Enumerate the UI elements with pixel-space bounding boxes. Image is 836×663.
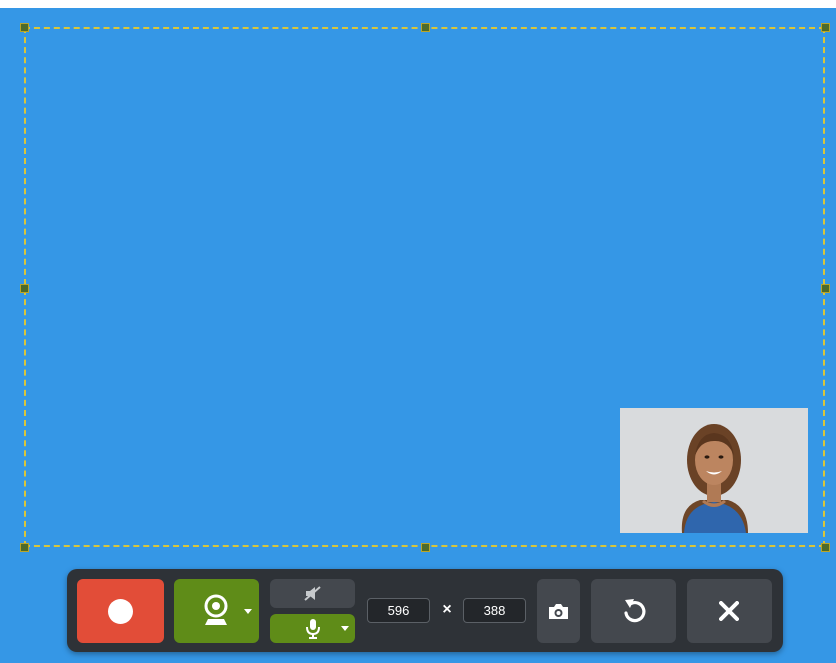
system-audio-toggle-button[interactable] <box>270 579 355 608</box>
close-icon <box>719 601 739 621</box>
restart-button[interactable] <box>591 579 676 643</box>
resize-handle-middle-left[interactable] <box>20 284 29 293</box>
close-button[interactable] <box>687 579 772 643</box>
resize-handle-top-center[interactable] <box>421 23 430 32</box>
recorder-toolbar: 596 × 388 <box>67 569 783 652</box>
capture-width-field[interactable]: 596 <box>367 598 430 623</box>
capture-height-field[interactable]: 388 <box>463 598 526 623</box>
webcam-preview[interactable] <box>620 408 808 533</box>
resize-handle-bottom-left[interactable] <box>20 543 29 552</box>
webcam-dropdown-caret-icon[interactable] <box>244 609 252 614</box>
webcam-toggle-button[interactable] <box>174 579 259 643</box>
resize-handle-middle-right[interactable] <box>821 284 830 293</box>
resize-handle-bottom-center[interactable] <box>421 543 430 552</box>
record-icon <box>108 599 133 624</box>
resize-handle-top-left[interactable] <box>20 23 29 32</box>
speaker-muted-icon <box>304 586 321 601</box>
microphone-icon <box>306 619 320 639</box>
snapshot-button[interactable] <box>537 579 580 643</box>
microphone-toggle-button[interactable] <box>270 614 355 643</box>
restart-icon <box>624 599 646 623</box>
dimension-separator: × <box>442 601 452 618</box>
top-strip <box>0 0 836 8</box>
person-photo <box>620 408 808 533</box>
webcam-icon <box>204 594 228 625</box>
microphone-dropdown-caret-icon[interactable] <box>341 626 349 631</box>
resize-handle-bottom-right[interactable] <box>821 543 830 552</box>
resize-handle-top-right[interactable] <box>821 23 830 32</box>
record-button[interactable] <box>77 579 164 643</box>
camera-icon <box>549 604 568 619</box>
